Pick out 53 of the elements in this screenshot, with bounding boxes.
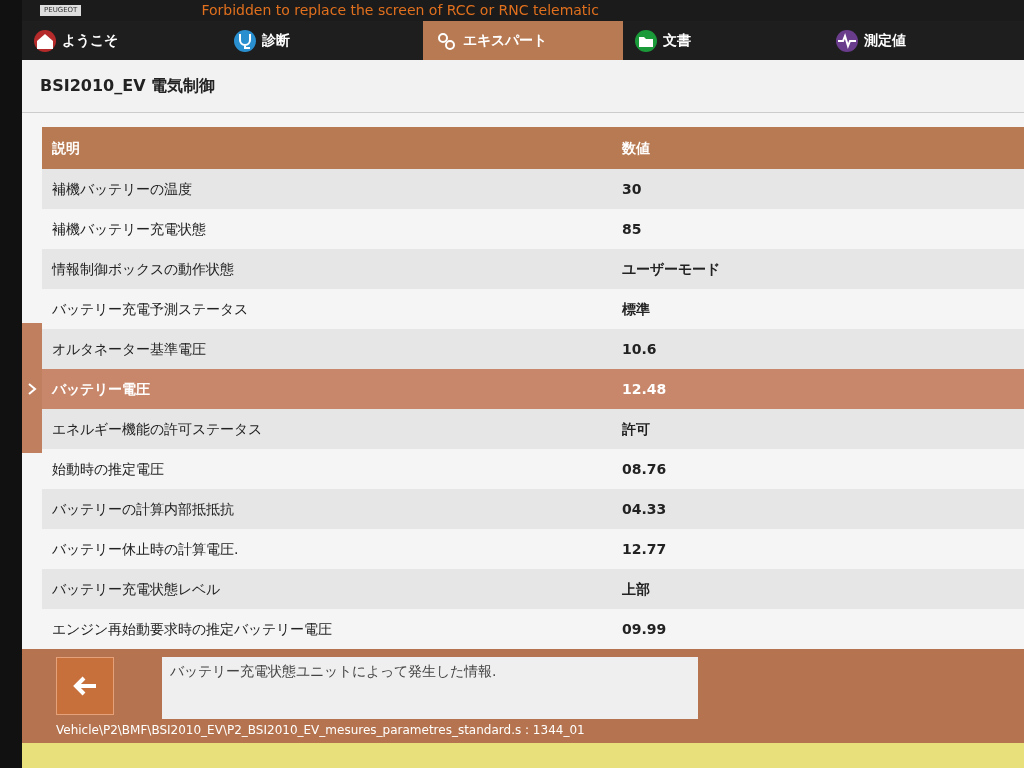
table-row[interactable]: バッテリー充電予測ステータス 標準 [42, 289, 1024, 330]
parameter-value: 上部 [622, 579, 651, 599]
tab[interactable]: ようこそ [22, 20, 223, 61]
tab[interactable]: 測定値 [823, 20, 1024, 61]
parameter-value: 12.48 [622, 379, 668, 399]
parameter-name: エネルギー機能の許可ステータス [51, 419, 263, 439]
table-row[interactable]: 補機バッテリーの温度 30 [42, 169, 1024, 210]
parameter-value: 12.77 [622, 539, 668, 559]
table-row[interactable]: エンジン再始動要求時の推定バッテリー電圧 09.99 [42, 609, 1024, 650]
table-row[interactable]: バッテリー充電状態レベル 上部 [42, 569, 1024, 610]
warning-text: Forbidden to replace the screen of RCC or RNC telematic [201, 0, 599, 20]
column-header: 説明 [51, 138, 81, 158]
parameter-value: ユーザーモード [622, 259, 721, 279]
back-button[interactable] [56, 657, 114, 716]
parameter-name: バッテリー電圧 [50, 379, 151, 399]
parameter-value: 08.76 [622, 459, 668, 479]
home-icon [34, 29, 56, 52]
parameter-value: 04.33 [622, 499, 668, 519]
table-row[interactable]: バッテリー休止時の計算電圧. 12.77 [42, 529, 1024, 570]
page-title: BSI2010_EV 電気制御 [22, 60, 1024, 114]
folder-icon [635, 29, 658, 52]
info-text: バッテリー充電状態ユニットによって発生した情報. [162, 657, 698, 720]
parameter-value: 10.6 [622, 339, 658, 359]
table-row[interactable]: オルタネーター基準電圧 10.6 [42, 329, 1024, 370]
expand-handle[interactable] [22, 323, 42, 454]
parameter-name: エンジン再始動要求時の推定バッテリー電圧 [51, 619, 333, 639]
tab[interactable]: エキスパート [422, 20, 624, 61]
parameter-value: 09.99 [622, 619, 668, 639]
parameter-value: 30 [622, 179, 643, 199]
parameter-name: バッテリーの計算内部抵抵抗 [51, 499, 235, 519]
parameter-name: オルタネーター基準電圧 [51, 339, 207, 359]
parameter-name: 補機バッテリーの温度 [51, 179, 193, 199]
parameter-name: 始動時の推定電圧 [51, 459, 165, 479]
parameter-name: 情報制御ボックスの動作状態 [50, 259, 235, 279]
column-header: 数値 [622, 138, 651, 158]
tab[interactable]: 文書 [623, 20, 824, 61]
parameter-value: 85 [622, 219, 643, 239]
parameter-name: 補機バッテリー充電状態 [51, 219, 207, 239]
stethoscope-icon [234, 29, 257, 52]
table-row[interactable]: 情報制御ボックスの動作状態 ユーザーモード [42, 249, 1024, 290]
tab[interactable]: 診断 [222, 20, 423, 61]
arrow-icon [72, 675, 98, 698]
table-row[interactable]: バッテリーの計算内部抵抵抗 04.33 [42, 489, 1024, 530]
file-path: Vehicle\P2\BMF\BSI2010_EV\P2_BSI2010_EV_mesures_parametres_standard.s : 1344_01 [56, 722, 586, 740]
parameter-name: バッテリー休止時の計算電圧. [51, 539, 240, 559]
parameter-value: 許可 [622, 419, 651, 439]
pulse-icon [835, 29, 858, 52]
parameter-name: バッテリー充電状態レベル [51, 579, 221, 599]
table-row[interactable]: エネルギー機能の許可ステータス 許可 [42, 409, 1024, 450]
parameter-value: 標準 [622, 299, 651, 319]
table-row[interactable]: 補機バッテリー充電状態 85 [42, 209, 1024, 250]
parameter-name: バッテリー充電予測ステータス [51, 299, 249, 319]
table-row[interactable]: 始動時の推定電圧 08.76 [42, 449, 1024, 490]
